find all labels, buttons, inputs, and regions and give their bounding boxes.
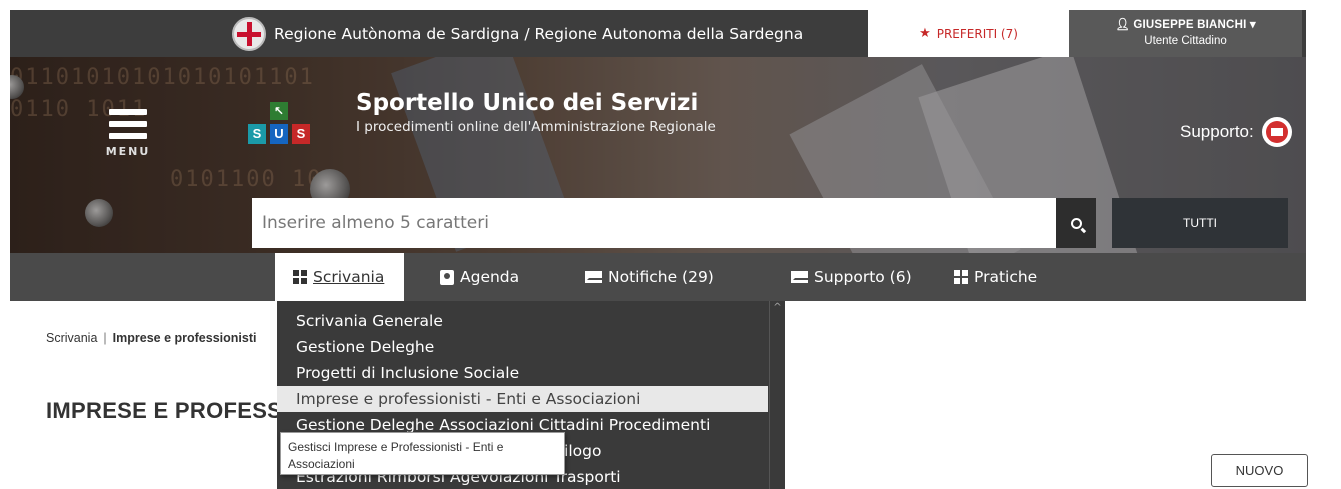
grid-icon: [954, 270, 968, 284]
search-icon: [1070, 217, 1082, 229]
top-bar: Regione Autònoma de Sardigna / Regione A…: [10, 10, 1306, 57]
support-label: Supporto:: [1180, 122, 1254, 141]
nav-tab-pratiche[interactable]: Pratiche: [954, 253, 1037, 301]
app-title: Sportello Unico dei Servizi: [356, 90, 699, 116]
favorites-label: PREFERITI (7): [936, 26, 1018, 41]
envelope-icon: [1261, 117, 1292, 147]
dropdown-scrollbar[interactable]: ^: [769, 301, 785, 489]
star-icon: ★: [919, 26, 931, 41]
breadcrumb-current: Imprese e professionisti: [112, 331, 257, 345]
envelope-icon: [585, 271, 604, 283]
search-input[interactable]: [252, 198, 1056, 248]
search-button[interactable]: [1056, 198, 1096, 248]
hero-banner: 01101010101010101101 0110 1011 0101100 1…: [10, 57, 1306, 253]
nav-tab-label: Supporto (6): [814, 268, 912, 286]
brand: Sportello Unico dei Servizi I procedimen…: [356, 90, 716, 135]
search-filter-select[interactable]: TUTTI: [1112, 198, 1288, 248]
logo-letter: S: [292, 124, 310, 144]
caret-down-icon: ▾: [1249, 19, 1256, 31]
menu-label: MENU: [105, 145, 151, 158]
agenda-icon: [440, 269, 454, 285]
tooltip: Gestisci Imprese e Professionisti - Enti…: [280, 432, 565, 475]
menu-button[interactable]: MENU: [98, 109, 158, 158]
nav-tab-label: Pratiche: [974, 268, 1038, 286]
sus-logo[interactable]: ↖ S U S: [248, 102, 314, 150]
main-nav: Scrivania Agenda Notifiche (29) Supporto…: [10, 253, 1306, 301]
region-header: Regione Autònoma de Sardigna / Regione A…: [232, 10, 803, 57]
cursor-arrow-icon: ↖: [270, 102, 288, 120]
user-role: Utente Cittadino: [1144, 35, 1227, 47]
nav-tab-label: Notifiche (29): [608, 268, 714, 286]
dropdown-item[interactable]: Gestione Deleghe: [277, 334, 785, 360]
user-icon: 👤︎: [1115, 19, 1130, 31]
dropdown-item[interactable]: Progetti di Inclusione Sociale: [277, 360, 785, 386]
user-menu[interactable]: 👤︎ GIUSEPPE BIANCHI ▾ Utente Cittadino: [1069, 10, 1302, 57]
user-name-row: 👤︎ GIUSEPPE BIANCHI ▾: [1069, 17, 1302, 31]
app-subtitle: I procedimenti online dell'Amministrazio…: [356, 119, 716, 135]
logo-letter: U: [270, 124, 288, 144]
region-crest-icon: [232, 16, 266, 51]
nav-tab-notifiche[interactable]: Notifiche (29): [585, 253, 714, 301]
nav-tab-scrivania[interactable]: Scrivania: [275, 253, 405, 301]
breadcrumb: Scrivania | Imprese e professionisti: [46, 331, 256, 345]
logo-letter: S: [248, 124, 266, 144]
breadcrumb-root[interactable]: Scrivania: [46, 331, 97, 345]
dropdown-item-highlighted[interactable]: Imprese e professionisti - Enti e Associ…: [277, 386, 768, 412]
support-link[interactable]: Supporto:: [1180, 117, 1292, 147]
breadcrumb-separator: |: [103, 331, 107, 345]
new-button[interactable]: NUOVO: [1211, 454, 1308, 487]
region-title: Regione Autònoma de Sardigna / Regione A…: [274, 24, 804, 43]
hamburger-icon: [98, 109, 158, 139]
nav-tab-label: Scrivania: [313, 268, 385, 286]
scroll-up-icon[interactable]: ^: [770, 301, 785, 315]
nav-tab-label: Agenda: [460, 268, 520, 286]
nav-tab-supporto[interactable]: Supporto (6): [791, 253, 912, 301]
user-name: GIUSEPPE BIANCHI: [1133, 19, 1247, 31]
nav-tab-agenda[interactable]: Agenda: [440, 253, 519, 301]
envelope-icon: [791, 271, 810, 283]
dropdown-item[interactable]: Scrivania Generale: [277, 308, 785, 334]
grid-icon: [293, 270, 307, 284]
favorites-button[interactable]: ★ PREFERITI (7): [868, 10, 1069, 57]
